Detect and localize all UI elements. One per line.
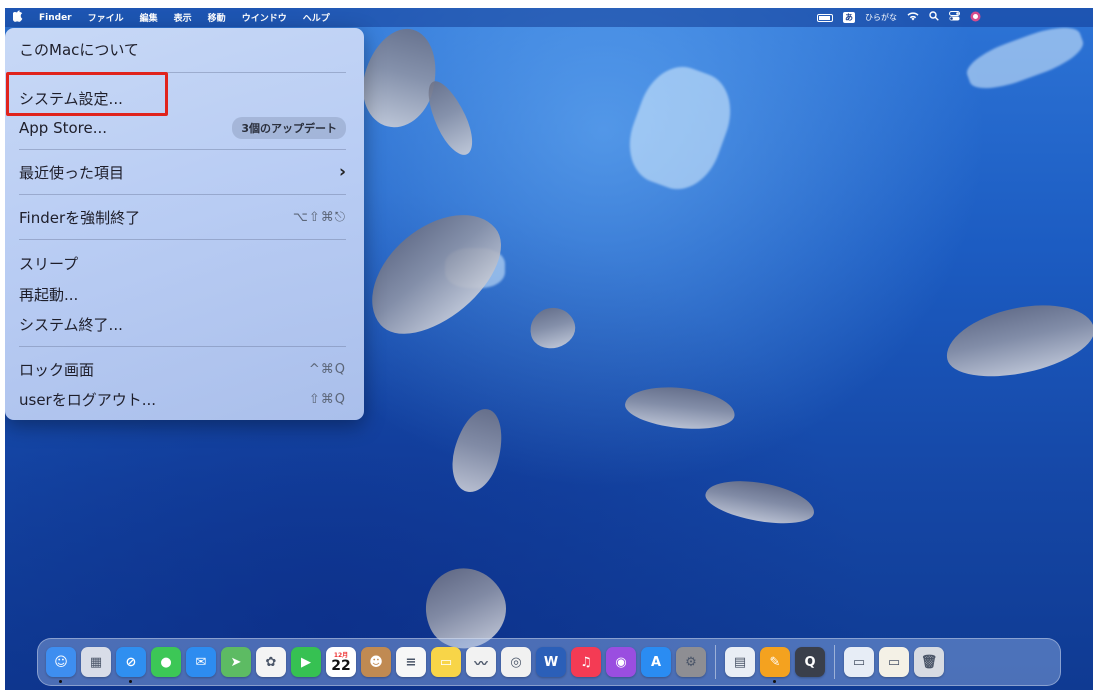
menu-separator [19,346,346,347]
menu-item-lock-screen[interactable]: ロック画面 ^⌘Q [19,356,346,382]
wifi-icon[interactable] [907,11,919,24]
keyboard-shortcut: ^⌘Q [308,361,346,377]
menu-item-system-settings[interactable]: システム設定... [19,85,346,111]
music-icon[interactable]: ♫ [571,647,601,677]
pages-icon[interactable]: ✎ [760,647,790,683]
dolphin-image [444,403,511,498]
running-indicator [59,680,62,683]
menu-item-label: userをログアウト... [19,390,157,409]
word-icon[interactable]: W [536,647,566,677]
water-ripple [617,56,743,200]
menu-item-label: Finderを強制終了 [19,208,141,227]
calendar-day-label: 22 [331,657,351,674]
menu-item-label: システム終了... [19,315,123,334]
dock-separator [715,645,716,679]
facetime-icon[interactable]: ▶ [291,647,321,677]
desktop: Finder ファイル 編集 表示 移動 ウインドウ ヘルプ あ ひらがな この… [5,8,1093,690]
menu-window[interactable]: ウインドウ [234,11,295,24]
dock-separator [834,645,835,679]
menu-separator [19,149,346,150]
input-source-label[interactable]: ひらがな [865,12,897,23]
menu-finder[interactable]: Finder [31,13,80,23]
dolphin-image [623,382,737,434]
documents-stack-icon[interactable]: ▭ [879,647,909,677]
menu-edit[interactable]: 編集 [132,11,166,24]
menu-separator [19,239,346,240]
menu-file[interactable]: ファイル [80,11,132,24]
chevron-right-icon: › [338,162,346,182]
contacts-icon[interactable]: ☻ [361,647,391,677]
launchpad-icon[interactable]: ▦ [81,647,111,677]
preview-icon[interactable]: ▤ [725,647,755,677]
freeform-icon[interactable]: 〰 [466,647,496,677]
calendar-icon[interactable]: 12月 22 [326,647,356,677]
dolphin-image [939,293,1093,388]
system-settings-icon[interactable]: ⚙ [676,647,706,677]
menu-item-label: このMacについて [19,40,139,59]
menu-item-recent-items[interactable]: 最近使った項目 › [19,159,346,185]
dolphin-image [702,473,818,531]
dolphin-image [419,75,481,161]
chrome-icon[interactable]: ◎ [501,647,531,677]
menu-item-sleep[interactable]: スリープ [19,250,346,276]
trash-icon[interactable]: 🗑 [914,647,944,677]
menu-item-label: スリープ [19,254,79,273]
dock: ☺ ▦ ⊘ ● ✉ ➤ ✿ ▶ 12月 22 ☻ ≡ ▭ 〰 ◎ W ♫ ◉ A ⚙ ▤ ✎ Q ▭ ▭ 🗑 [37,638,1061,686]
keyboard-shortcut: ⇧⌘Q [308,391,346,407]
menu-separator [19,194,346,195]
update-count-badge: 3個のアップデート [232,117,346,139]
menu-view[interactable]: 表示 [166,11,200,24]
running-indicator [773,680,776,683]
menu-item-shutdown[interactable]: システム終了... [19,311,346,337]
dolphin-image [525,302,580,354]
dolphin-image [353,20,447,136]
battery-icon[interactable] [817,13,833,22]
app-store-icon[interactable]: A [641,647,671,677]
finder-icon[interactable]: ☺ [46,647,76,683]
menu-item-label: 最近使った項目 [19,163,125,182]
messages-icon[interactable]: ● [151,647,181,677]
podcasts-icon[interactable]: ◉ [606,647,636,677]
menu-item-app-store[interactable]: App Store... 3個のアップデート [19,115,346,141]
apple-menu-dropdown: このMacについて システム設定... App Store... 3個のアップデ… [5,28,364,420]
menu-separator [19,72,346,73]
menu-item-label: 再起動... [19,285,79,304]
menu-item-label: システム設定... [19,89,123,108]
notes-icon[interactable]: ▭ [431,647,461,677]
quicktime-icon[interactable]: Q [795,647,825,677]
safari-icon[interactable]: ⊘ [116,647,146,683]
mail-icon[interactable]: ✉ [186,647,216,677]
menu-item-restart[interactable]: 再起動... [19,281,346,307]
menu-go[interactable]: 移動 [200,11,234,24]
siri-icon[interactable] [970,11,981,25]
menu-bar: Finder ファイル 編集 表示 移動 ウインドウ ヘルプ あ ひらがな [5,8,1093,27]
water-ripple [961,18,1089,98]
menu-item-about-this-mac[interactable]: このMacについて [19,36,346,62]
menu-item-force-quit[interactable]: Finderを強制終了 ⌥⇧⌘⎋ [19,204,346,230]
apple-menu-icon[interactable] [5,10,31,25]
input-source-icon[interactable]: あ [843,12,855,23]
maps-icon[interactable]: ➤ [221,647,251,677]
keyboard-shortcut: ⌥⇧⌘⎋ [292,209,346,225]
menu-item-label: App Store... [19,119,108,137]
menu-item-label: ロック画面 [19,360,95,379]
control-center-icon[interactable] [949,11,960,24]
reminders-icon[interactable]: ≡ [396,647,426,677]
downloads-stack-icon[interactable]: ▭ [844,647,874,677]
menu-help[interactable]: ヘルプ [295,11,338,24]
photos-icon[interactable]: ✿ [256,647,286,677]
menu-item-logout[interactable]: userをログアウト... ⇧⌘Q [19,386,346,412]
running-indicator [129,680,132,683]
search-icon[interactable] [929,11,939,24]
